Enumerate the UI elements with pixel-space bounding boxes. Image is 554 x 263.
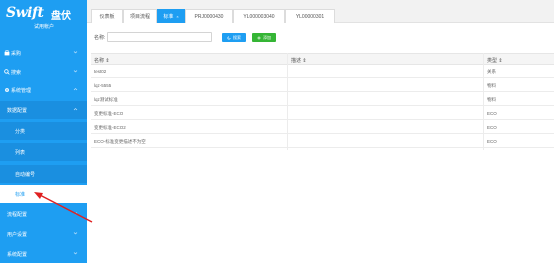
column-header-type[interactable]: 类型 ⇕: [487, 57, 503, 64]
cart-icon: [4, 50, 10, 56]
close-icon[interactable]: ×: [176, 14, 178, 19]
sidebar: Swift 盘伏 试用帐户 采购 搜索 系统管理 数据配置 分类 列表 自动编号…: [0, 0, 87, 263]
chevron-down-icon: [73, 232, 78, 235]
chevron-up-icon: [73, 88, 78, 91]
sidebar-item-label: 用户设置: [7, 231, 28, 238]
sidebar-item-list[interactable]: 列表: [0, 143, 87, 161]
tab-label: PRJ0000430: [194, 13, 224, 20]
cell-type: ECO: [487, 139, 497, 144]
cell-type: ECO: [487, 125, 497, 130]
tab-label: 项目流程: [129, 14, 150, 20]
logo-cn: 盘伏: [51, 11, 71, 22]
brand-logo: Swift 盘伏 试用帐户: [6, 5, 84, 35]
sidebar-item-auto-number[interactable]: 自动编号: [0, 165, 87, 183]
table-row[interactable]: test02 关系: [91, 65, 554, 78]
chevron-down-icon: [73, 51, 78, 54]
sidebar-item-search[interactable]: 搜索: [0, 63, 87, 81]
sidebar-item-label: 系统配置: [7, 251, 28, 258]
table-row[interactable]: lqz-5555 物料: [91, 79, 554, 92]
sidebar-item-standard[interactable]: 标准: [0, 185, 87, 203]
sidebar-item-label: 标准: [15, 191, 26, 198]
sidebar-item-label: 分类: [15, 128, 26, 135]
column-header-name[interactable]: 名称 ⇕: [94, 57, 110, 64]
search-button-label: 搜索: [233, 34, 241, 40]
plus-icon: [257, 35, 261, 40]
tab-label: 仪表板: [99, 14, 115, 20]
sidebar-item-label: 系统管理: [11, 87, 32, 94]
column-header-description[interactable]: 描述 ⇕: [291, 57, 307, 64]
sidebar-item-user-settings[interactable]: 用户设置: [0, 225, 87, 243]
chevron-up-icon: [73, 108, 78, 111]
cell-name: lqz-5555: [94, 83, 112, 88]
cell-name: 变更标准-ECO2: [94, 125, 126, 130]
table-header: 名称 ⇕ 描述 ⇕ 类型 ⇕: [91, 53, 554, 65]
tab-yl00000301[interactable]: YL00000301: [285, 9, 335, 23]
cell-type: ECO: [487, 111, 497, 116]
tab-prj0000430[interactable]: PRJ0000430: [185, 9, 233, 23]
chevron-down-icon: [73, 70, 78, 73]
sidebar-item-label: 搜索: [11, 69, 22, 76]
chevron-down-icon: [73, 252, 78, 255]
table-row[interactable]: lqz测试标准 物料: [91, 93, 554, 106]
sidebar-item-data-config[interactable]: 数据配置: [0, 101, 87, 119]
search-button[interactable]: 搜索: [222, 33, 246, 42]
tab-bar: 仪表板 项目流程 标准 × PRJ0000430 YL000003040 YL00…: [87, 0, 554, 23]
sidebar-item-category[interactable]: 分类: [0, 122, 87, 140]
sidebar-item-label: 列表: [15, 149, 26, 156]
cell-type: 物料: [487, 83, 496, 88]
search-input[interactable]: [107, 32, 212, 42]
chevron-down-icon: [73, 212, 78, 215]
cell-name: ECO-标准变更描述不为空: [94, 139, 146, 144]
sidebar-item-process-config[interactable]: 流程配置: [0, 205, 87, 223]
tab-project-process[interactable]: 项目流程: [123, 9, 157, 23]
tab-label: YL000003040: [243, 13, 275, 20]
tab-standard[interactable]: 标准 ×: [157, 9, 185, 23]
table-row[interactable]: 变更标准-ECO2 ECO: [91, 121, 554, 134]
search-icon: [4, 69, 10, 75]
gear-icon: [5, 88, 9, 92]
sidebar-item-system-config[interactable]: 系统配置: [0, 245, 87, 263]
sidebar-item-label: 自动编号: [15, 171, 36, 178]
tab-dashboard[interactable]: 仪表板: [91, 9, 123, 23]
sidebar-item-label: 数据配置: [7, 107, 28, 114]
cell-name: test02: [94, 69, 107, 74]
account-type-label: 试用帐户: [34, 24, 55, 30]
refresh-icon: [227, 36, 231, 39]
logo-word: Swift: [6, 5, 44, 21]
add-button-label: 添加: [263, 34, 271, 40]
tab-label: YL00000301: [295, 13, 325, 20]
sidebar-item-system-management[interactable]: 系统管理: [0, 81, 87, 99]
cell-type: 物料: [487, 97, 496, 102]
tab-yl000003040[interactable]: YL000003040: [233, 9, 285, 23]
cell-name: lqz测试标准: [94, 97, 118, 102]
add-button[interactable]: 添加: [252, 33, 276, 42]
cell-type: 关系: [487, 69, 496, 74]
sidebar-item-purchase[interactable]: 采购: [0, 44, 87, 62]
tab-label: 标准: [163, 14, 174, 20]
table-row[interactable]: 变更标准-ECO ECO: [91, 107, 554, 120]
cell-name: 变更标准-ECO: [94, 111, 124, 116]
sidebar-item-label: 流程配置: [7, 211, 28, 218]
table-row[interactable]: ECO-标准变更描述不为空 ECO: [91, 135, 554, 148]
sidebar-item-label: 采购: [11, 50, 22, 57]
search-label: 名称:: [94, 35, 106, 41]
